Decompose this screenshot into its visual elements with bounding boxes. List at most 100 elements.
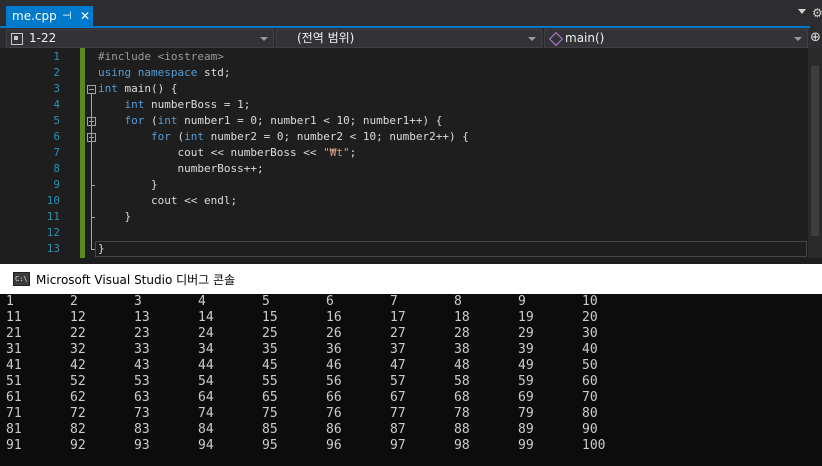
code-token: main() { bbox=[117, 82, 178, 95]
console-output-row: 61 62 63 64 65 66 67 68 69 70 bbox=[0, 390, 822, 406]
line-number: 10 bbox=[46, 194, 60, 207]
console-output-value: 54 bbox=[198, 374, 214, 389]
console-output-value: 28 bbox=[454, 326, 470, 341]
scope-value: 1-22 bbox=[29, 31, 57, 45]
line-number: 9 bbox=[53, 178, 60, 191]
change-tracking-bar bbox=[80, 48, 85, 258]
close-icon[interactable]: ✕ bbox=[80, 6, 90, 26]
console-output-value: 49 bbox=[518, 358, 534, 373]
console-output-value: 26 bbox=[326, 326, 342, 341]
tab-list-dropdown-icon[interactable] bbox=[798, 9, 806, 14]
gear-icon[interactable]: ⚙ bbox=[812, 6, 822, 20]
console-output-value: 94 bbox=[198, 438, 214, 453]
console-output-value: 86 bbox=[326, 422, 342, 437]
console-app-icon: C:\ bbox=[13, 272, 30, 286]
line-number: 5 bbox=[53, 114, 60, 127]
code-token: numberBoss = 1; bbox=[144, 98, 251, 111]
project-scope-value: (전역 범위) bbox=[297, 31, 355, 45]
console-output-value: 96 bbox=[326, 438, 342, 453]
fold-end-tick bbox=[91, 185, 95, 186]
console-output-row: 21 22 23 24 25 26 27 28 29 30 bbox=[0, 326, 822, 342]
console-output-value: 11 bbox=[6, 310, 22, 325]
console-output-value: 23 bbox=[134, 326, 150, 341]
console-output-value: 88 bbox=[454, 422, 470, 437]
code-token: ; bbox=[349, 146, 357, 159]
console-output-value: 77 bbox=[390, 406, 406, 421]
console-title-bar: C:\ Microsoft Visual Studio 디버그 콘솔 bbox=[0, 264, 822, 294]
console-icon-text: C:\ bbox=[15, 275, 28, 283]
line-number: 1 bbox=[53, 50, 60, 63]
console-output-value: 92 bbox=[70, 438, 86, 453]
console-output-value: 22 bbox=[70, 326, 86, 341]
line-number: 3 bbox=[53, 82, 60, 95]
console-output: 1 2 3 4 5 6 7 8 9 10 11 12 13 14 15 16 17 18 19 20 21 22 23 24 2… bbox=[0, 294, 822, 466]
pin-icon[interactable]: ⊣ bbox=[62, 6, 72, 26]
line-number: 7 bbox=[53, 146, 60, 159]
vertical-scrollbar[interactable] bbox=[808, 48, 822, 258]
console-output-value: 47 bbox=[390, 358, 406, 373]
code-line: } bbox=[98, 241, 105, 257]
console-output-value: 20 bbox=[582, 310, 598, 325]
console-output-value: 98 bbox=[454, 438, 470, 453]
current-line-highlight bbox=[95, 241, 807, 257]
console-output-value: 45 bbox=[262, 358, 278, 373]
code-token: cout << numberBoss << bbox=[98, 146, 324, 159]
console-output-value: 24 bbox=[198, 326, 214, 341]
navigation-bar: 1-22 (전역 범위) main() bbox=[0, 28, 822, 48]
code-line: using namespace std; bbox=[98, 65, 230, 81]
console-output-value: 15 bbox=[262, 310, 278, 325]
console-output-value: 79 bbox=[518, 406, 534, 421]
chevron-down-icon bbox=[528, 37, 536, 41]
console-output-value: 39 bbox=[518, 342, 534, 357]
scrollbar-thumb[interactable] bbox=[811, 66, 819, 236]
console-output-value: 38 bbox=[454, 342, 470, 357]
console-output-value: 35 bbox=[262, 342, 278, 357]
console-output-value: 17 bbox=[390, 310, 406, 325]
line-number: 2 bbox=[53, 66, 60, 79]
tab-me-cpp[interactable]: me.cpp ⊣ ✕ bbox=[6, 6, 93, 26]
project-scope-dropdown[interactable]: (전역 범위) bbox=[276, 29, 542, 48]
console-output-value: 81 bbox=[6, 422, 22, 437]
console-output-value: 89 bbox=[518, 422, 534, 437]
split-view-icon[interactable]: ⊕ bbox=[810, 30, 821, 45]
console-output-value: 64 bbox=[198, 390, 214, 405]
member-dropdown[interactable]: main() bbox=[544, 29, 808, 48]
console-output-row: 41 42 43 44 45 46 47 48 49 50 bbox=[0, 358, 822, 374]
console-output-value: 80 bbox=[582, 406, 598, 421]
code-line: #include <iostream> bbox=[98, 49, 224, 65]
console-output-value: 2 bbox=[70, 294, 78, 309]
code-token: using bbox=[98, 66, 132, 79]
console-output-row: 11 12 13 14 15 16 17 18 19 20 bbox=[0, 310, 822, 326]
console-output-value: 44 bbox=[198, 358, 214, 373]
console-output-row: 71 72 73 74 75 76 77 78 79 80 bbox=[0, 406, 822, 422]
scope-icon bbox=[11, 33, 23, 45]
code-editor[interactable]: 1 2 3 4 5 6 7 8 9 10 11 12 13 #include <iostream> usin… bbox=[0, 48, 822, 264]
code-token: for bbox=[124, 114, 145, 127]
console-output-value: 63 bbox=[134, 390, 150, 405]
console-output-value: 51 bbox=[6, 374, 22, 389]
console-output-value: 1 bbox=[6, 294, 14, 309]
console-output-value: 29 bbox=[518, 326, 534, 341]
console-output-value: 55 bbox=[262, 374, 278, 389]
tab-title: me.cpp bbox=[12, 9, 57, 23]
code-line: for (int number2 = 0; number2 < 10; numb… bbox=[98, 129, 469, 145]
console-output-value: 13 bbox=[134, 310, 150, 325]
console-output-value: 85 bbox=[262, 422, 278, 437]
collapse-toggle-icon[interactable] bbox=[87, 85, 96, 94]
console-output-value: 27 bbox=[390, 326, 406, 341]
console-output-value: 33 bbox=[134, 342, 150, 357]
code-line: int numberBoss = 1; bbox=[98, 97, 251, 113]
console-output-value: 82 bbox=[70, 422, 86, 437]
scope-dropdown[interactable]: 1-22 bbox=[6, 29, 274, 48]
code-token: std; bbox=[197, 66, 231, 79]
console-output-value: 84 bbox=[198, 422, 214, 437]
console-title: Microsoft Visual Studio 디버그 콘솔 bbox=[36, 273, 236, 287]
console-output-row: 81 82 83 84 85 86 87 88 89 90 bbox=[0, 422, 822, 438]
code-token: number1 = 0; number1 < 10; number1++) { bbox=[177, 114, 443, 127]
console-output-value: 48 bbox=[454, 358, 470, 373]
code-token: } bbox=[98, 210, 132, 223]
console-output-value: 61 bbox=[6, 390, 22, 405]
console-output-value: 10 bbox=[582, 294, 598, 309]
